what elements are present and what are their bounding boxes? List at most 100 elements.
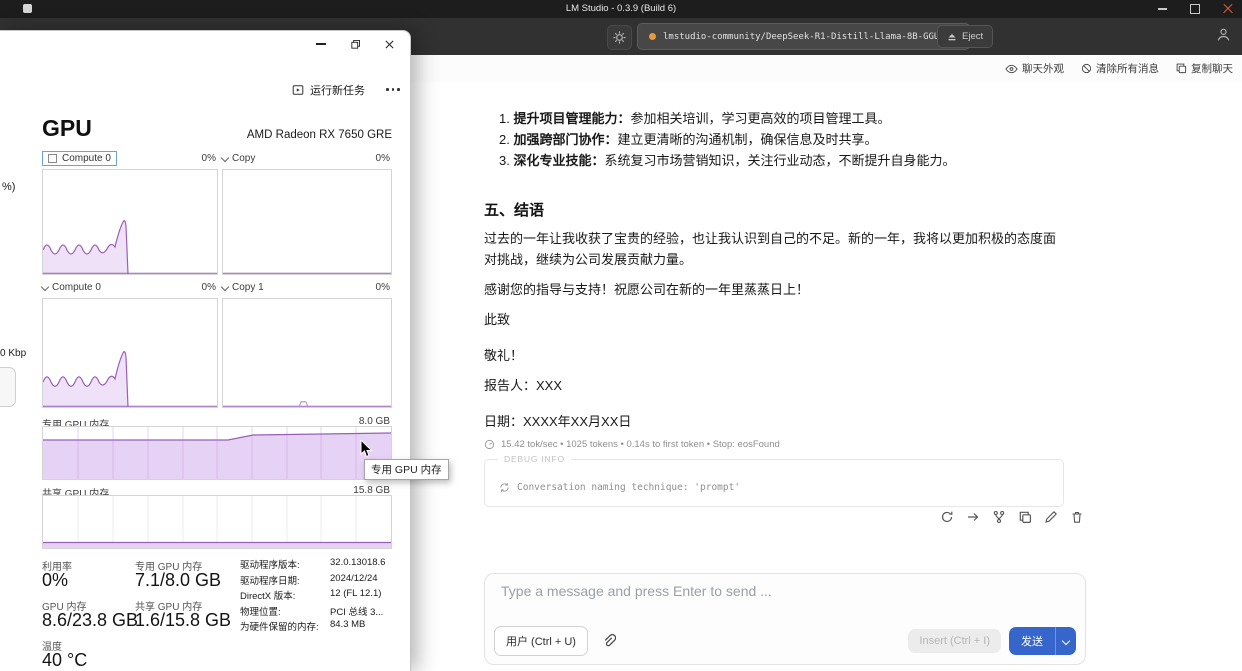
attach-file-button[interactable]: [596, 628, 622, 654]
paragraph: 过去的一年让我收获了宝贵的经验，也让我认识到自己的不足。新的一年，我将以更加积极…: [484, 228, 1062, 270]
model-name: lmstudio-community/DeepSeek-R1-Distill-L…: [663, 32, 945, 42]
copy-message-button[interactable]: [1016, 508, 1034, 526]
eject-label: Eject: [962, 31, 983, 42]
send-options-button[interactable]: [1055, 627, 1076, 655]
model-selector[interactable]: lmstudio-community/DeepSeek-R1-Distill-L…: [637, 23, 970, 50]
eject-button[interactable]: Eject: [937, 25, 993, 48]
delete-message-button[interactable]: [1068, 508, 1086, 526]
section-heading: 五、结语: [484, 199, 544, 220]
arrow-right-icon: [966, 510, 980, 524]
dedicated-usage-value: 7.1/8.0 GB: [135, 570, 221, 591]
graph2-type-select[interactable]: Copy: [222, 153, 255, 164]
list-item: 2. 加强跨部门协作：建立更清晰的沟通机制，确保信息及时共享。: [499, 129, 878, 150]
lmstudio-titlebar[interactable]: LM Studio - 0.3.9 (Build 6): [0, 0, 1242, 18]
paperclip-icon: [602, 634, 616, 648]
send-button[interactable]: 发送: [1009, 627, 1076, 655]
chevron-down-icon: [1062, 637, 1070, 645]
user-profile-button[interactable]: [1215, 26, 1232, 43]
clear-icon: [1081, 63, 1092, 74]
more-options-button[interactable]: [386, 88, 400, 91]
chevron-down-icon: [221, 282, 229, 290]
close-icon: [384, 39, 395, 50]
regenerate-button[interactable]: [938, 508, 956, 526]
run-new-task-label: 运行新任务: [310, 82, 365, 98]
temperature-value: 40 °C: [42, 650, 87, 671]
gpu-memory-value: 8.6/23.8 GB: [42, 610, 138, 631]
copy-icon: [1019, 511, 1032, 524]
minimize-icon: [1158, 8, 1167, 9]
debug-info-text: Conversation naming technique: 'prompt': [517, 482, 740, 493]
graph4-value: 0%: [360, 282, 390, 293]
gpu-device-name: AMD Radeon RX 7650 GRE: [247, 129, 392, 141]
driver-version-value: 32.0.13018.6: [330, 557, 385, 568]
physical-location-label: 物理位置:: [240, 604, 281, 618]
restore-button[interactable]: [348, 37, 362, 51]
clear-messages-button[interactable]: 清除所有消息: [1081, 61, 1159, 76]
chevron-down-icon: [41, 282, 49, 290]
minimize-icon: [316, 43, 326, 44]
driver-version-label: 驱动程序版本:: [240, 557, 300, 571]
list-item: 3. 深化专业技能：系统复习市场营销知识，关注行业动态，不断提升自身能力。: [499, 150, 956, 171]
graph1-type-select[interactable]: Compute 0: [42, 151, 117, 166]
speed-gauge-icon: [484, 439, 495, 450]
list-item-bold: 深化专业技能：: [513, 153, 604, 168]
driver-date-value: 2024/12/24: [330, 573, 378, 584]
message-actions: [938, 508, 1086, 526]
chevron-down-icon: [221, 153, 229, 161]
graph2-type-label: Copy: [232, 153, 255, 164]
graph4-type-label: Copy 1: [232, 282, 264, 293]
sidebar-fragment-cpu: %): [2, 181, 15, 193]
insert-label: Insert (Ctrl + I): [919, 635, 990, 647]
edit-message-button[interactable]: [1042, 508, 1060, 526]
compute0-graph-2: [42, 298, 218, 408]
close-button[interactable]: [1222, 3, 1234, 15]
branch-button[interactable]: [990, 508, 1008, 526]
chat-appearance-button[interactable]: 聊天外观: [1005, 61, 1064, 76]
physical-location-value: PCI 总线 3...: [330, 604, 383, 618]
hw-reserved-memory-label: 为硬件保留的内存:: [240, 619, 319, 633]
restore-icon: [350, 39, 361, 50]
branch-icon: [992, 510, 1006, 524]
graph1-type-label: Compute 0: [62, 153, 111, 164]
settings-button[interactable]: [607, 25, 632, 50]
graph1-value: 0%: [186, 153, 216, 164]
debug-info-label: DEBUG INFO: [498, 454, 571, 464]
maximize-button[interactable]: [1189, 3, 1201, 15]
sidebar-selected-item-fragment[interactable]: [0, 367, 16, 407]
list-item-text: 参加相关培训，学习更高效的项目管理工具。: [630, 111, 890, 126]
gear-icon: [612, 30, 627, 45]
tooltip: 专用 GPU 内存: [364, 459, 449, 480]
checkbox-icon: [48, 154, 57, 163]
minimize-button[interactable]: [314, 37, 328, 51]
list-item-text: 系统复习市场营销知识，关注行业动态，不断提升自身能力。: [604, 153, 955, 168]
list-item-text: 建立更清晰的沟通机制，确保信息及时共享。: [617, 132, 877, 147]
message-input[interactable]: [499, 582, 1063, 600]
copy1-graph: [222, 298, 392, 408]
list-item-bold: 提升项目管理能力：: [513, 111, 630, 126]
mouse-cursor: [360, 440, 376, 458]
edit-icon: [1044, 510, 1058, 524]
minimize-button[interactable]: [1156, 3, 1168, 15]
dedicated-memory-graph: [42, 426, 392, 480]
continue-button[interactable]: [964, 508, 982, 526]
eject-icon: [947, 32, 957, 42]
message-input-area: 用户 (Ctrl + U) Insert (Ctrl + I) 发送: [484, 573, 1086, 665]
refresh-icon: [499, 482, 510, 493]
close-button[interactable]: [382, 37, 396, 51]
directx-version-value: 12 (FL 12.1): [330, 588, 381, 599]
graph4-type-select[interactable]: Copy 1: [222, 282, 264, 293]
paragraph: 报告人：XXX: [484, 375, 562, 396]
utilization-value: 0%: [42, 570, 68, 591]
close-icon: [1223, 4, 1233, 14]
shared-usage-value: 1.6/15.8 GB: [135, 610, 231, 631]
graph2-value: 0%: [360, 153, 390, 164]
copy-chat-label: 复制聊天: [1191, 61, 1233, 76]
copy-icon: [1176, 63, 1187, 74]
list-number: 1.: [499, 111, 510, 126]
insert-button[interactable]: Insert (Ctrl + I): [908, 629, 1001, 653]
user-role-button[interactable]: 用户 (Ctrl + U): [494, 626, 588, 656]
run-new-task-button[interactable]: 运行新任务: [292, 82, 365, 98]
copy-chat-button[interactable]: 复制聊天: [1176, 61, 1233, 76]
run-task-icon: [292, 84, 304, 96]
graph3-type-select[interactable]: Compute 0: [42, 282, 101, 293]
